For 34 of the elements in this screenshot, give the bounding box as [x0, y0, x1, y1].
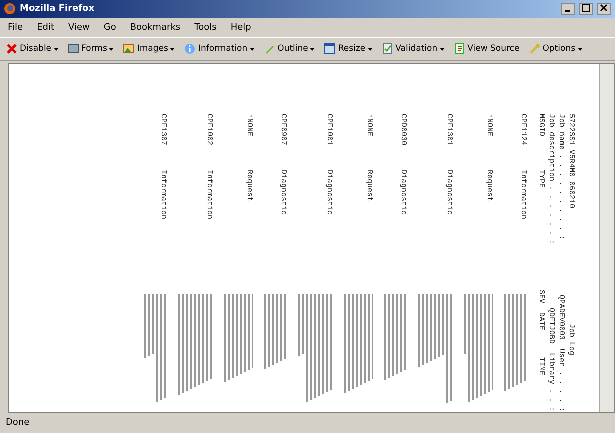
close-icon [600, 4, 608, 12]
maximize-icon [582, 4, 590, 12]
menu-item[interactable]: Bookmarks [128, 22, 183, 34]
cross-icon [6, 43, 18, 55]
toolbar-button[interactable]: View Source [452, 42, 522, 56]
browser-logo-icon [4, 3, 16, 15]
toolbar-button[interactable]: Disable [4, 42, 61, 56]
document-icon [382, 43, 394, 55]
window-title: Mozilla Firefox [20, 4, 96, 14]
menu-item[interactable]: Tools [192, 22, 219, 34]
toolbar-button[interactable]: Resize [322, 42, 375, 56]
toolbar-button[interactable]: Images [121, 42, 178, 56]
document-icon [454, 43, 466, 55]
info-icon [184, 43, 196, 55]
toolbar-button[interactable]: Outline [262, 42, 318, 56]
wrench-icon [528, 43, 541, 55]
toolbar-button[interactable]: Validation [380, 42, 447, 56]
toolbar-button[interactable]: Options [526, 42, 585, 56]
maximize-button[interactable] [579, 3, 593, 15]
window-icon [324, 43, 336, 55]
status-text: Done [6, 418, 30, 428]
minimize-button[interactable] [561, 3, 575, 15]
menu-item[interactable]: View [66, 22, 92, 34]
menu-item[interactable]: File [6, 22, 26, 34]
scrollbar[interactable] [599, 64, 614, 412]
menu-item[interactable]: Help [228, 22, 254, 34]
toolbar-button[interactable]: Information [182, 42, 257, 56]
menu-item[interactable]: Go [102, 22, 118, 34]
form-icon [68, 43, 80, 55]
image-icon [123, 43, 136, 55]
toolbar-button[interactable]: Forms [66, 42, 116, 56]
menu-item[interactable]: Edit [35, 22, 56, 34]
close-button[interactable] [597, 3, 611, 15]
pencil-icon [264, 43, 276, 55]
